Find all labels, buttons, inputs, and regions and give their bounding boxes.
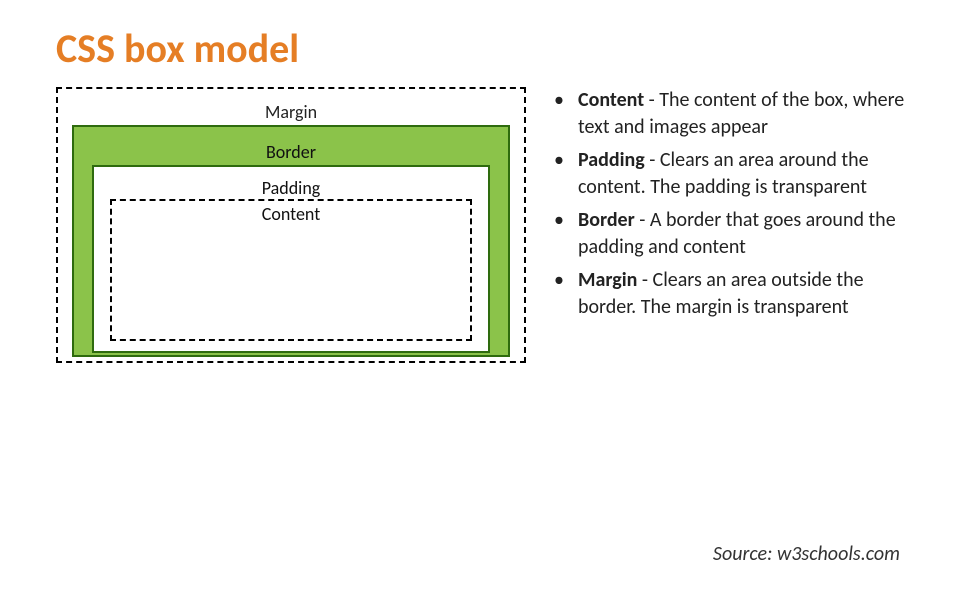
definition-term: Margin — [578, 268, 637, 292]
source-attribution: Source: w3schools.com — [713, 542, 900, 566]
definitions-list: Content - The content of the box, where … — [550, 87, 920, 363]
padding-label: Padding — [110, 177, 472, 199]
main-content: Margin Border Padding Content Content - … — [0, 73, 960, 363]
definition-item: Margin - Clears an area outside the bord… — [574, 267, 920, 321]
definition-item: Border - A border that goes around the p… — [574, 207, 920, 261]
content-box: Content — [110, 199, 472, 341]
box-model-diagram: Margin Border Padding Content — [56, 87, 526, 363]
margin-label: Margin — [72, 101, 510, 123]
definition-term: Padding — [578, 148, 645, 172]
padding-box: Padding Content — [92, 165, 490, 353]
border-label: Border — [92, 141, 490, 163]
definition-item: Padding - Clears an area around the cont… — [574, 147, 920, 201]
border-box: Border Padding Content — [72, 125, 510, 357]
definition-term: Content — [578, 88, 644, 112]
definition-term: Border — [578, 208, 635, 232]
definition-item: Content - The content of the box, where … — [574, 87, 920, 141]
margin-box: Margin Border Padding Content — [56, 87, 526, 363]
content-label: Content — [112, 203, 470, 225]
page-title: CSS box model — [0, 0, 960, 73]
